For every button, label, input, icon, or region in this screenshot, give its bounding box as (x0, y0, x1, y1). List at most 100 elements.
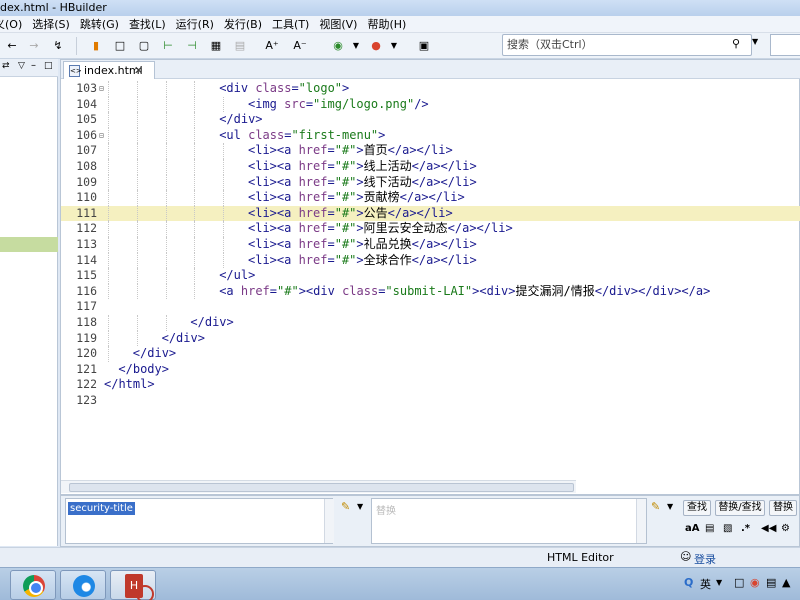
code-line[interactable]: 104 <img src="img/logo.png"/> (61, 96, 800, 113)
antivirus-icon[interactable]: ◉ (750, 576, 760, 589)
settings-gear-icon[interactable]: ⚙ (781, 523, 790, 534)
format-icon[interactable]: ▤ (232, 38, 248, 54)
search-dropdown-icon[interactable]: ▼ (752, 37, 758, 46)
code-line[interactable]: 103 ⊟ <div class="logo"> (61, 81, 800, 97)
find-options-icon[interactable]: ✎ (341, 500, 350, 513)
case-sensitive-toggle[interactable]: aA (685, 523, 700, 534)
horizontal-scrollbar[interactable] (61, 480, 576, 493)
menu-item[interactable]: 义(O) (0, 16, 28, 33)
replace-button[interactable]: 替换 (769, 500, 797, 516)
code-token: = (269, 283, 278, 298)
split-icon[interactable]: ⊢ (160, 38, 176, 54)
close-icon[interactable]: ✕ (134, 62, 143, 79)
replace-options-icon[interactable]: ✎ (651, 500, 660, 513)
menu-item[interactable]: 帮助(H) (363, 16, 412, 33)
code-token: href (240, 283, 270, 298)
minimize-icon[interactable]: – (31, 60, 36, 71)
code-line[interactable]: 123 (61, 393, 800, 409)
ime-dropdown-icon[interactable]: ▼ (716, 578, 722, 587)
preview-icon[interactable]: ▣ (416, 38, 432, 54)
view-menu-icon[interactable]: ▽ (18, 61, 25, 71)
code-line[interactable]: 112 <li><a href="#">阿里云安全动态</a></li> (61, 221, 800, 237)
forward-icon[interactable]: → (26, 38, 42, 54)
code-token: <div (219, 81, 256, 95)
previous-icon[interactable]: ◀◀ (761, 523, 776, 534)
menu-item[interactable]: 运行(R) (172, 16, 220, 33)
qq-icon[interactable]: Q (684, 576, 693, 589)
login-link[interactable]: 登录 (694, 551, 716, 567)
run-icon[interactable]: ◉ (330, 38, 346, 54)
font-decrease-icon[interactable]: A⁻ (292, 38, 308, 54)
scrollbar-thumb[interactable] (69, 483, 574, 492)
merge-icon[interactable]: ⊣ (184, 38, 200, 54)
menu-item[interactable]: 跳转(G) (76, 16, 125, 33)
replace-find-button[interactable]: 替换/查找 (715, 500, 765, 516)
volume-icon[interactable]: ▲ (782, 576, 790, 589)
indent-guide (165, 96, 167, 113)
selected-tree-item[interactable] (0, 237, 58, 252)
taskbar-chrome[interactable] (10, 570, 56, 600)
network-icon[interactable]: ▤ (766, 576, 776, 589)
run-dropdown-icon[interactable]: ▼ (348, 38, 364, 54)
history-icon[interactable]: ↯ (50, 38, 66, 54)
tag-icon[interactable]: ▦ (208, 38, 224, 54)
import-icon[interactable]: ▢ (136, 38, 152, 54)
search-icon[interactable]: ⚲ (732, 37, 740, 50)
fold-icon[interactable]: ⊟ (99, 128, 104, 144)
indent-guide (136, 112, 138, 128)
find-input-scrollbar[interactable] (324, 499, 334, 543)
find-button[interactable]: 查找 (683, 500, 711, 516)
find-input[interactable]: security-title (65, 498, 334, 544)
code-line[interactable]: 122 </html> (61, 377, 800, 393)
collapse-icon[interactable]: ⇄ (2, 61, 10, 71)
code-line[interactable]: 113 <li><a href="#">礼品兑换</a></li> (61, 237, 800, 253)
whole-word-icon[interactable]: ▤ (705, 523, 714, 534)
menu-item[interactable]: 发行(B) (220, 16, 268, 33)
ime-label[interactable]: 英 (700, 576, 711, 592)
new-file-icon[interactable]: □ (112, 38, 128, 54)
browser-icon[interactable]: ● (368, 38, 384, 54)
find-options-dropdown-icon[interactable]: ▼ (357, 502, 363, 511)
perspective-switcher[interactable] (770, 34, 800, 56)
code-token: > (356, 252, 364, 267)
code-line[interactable]: 118 </div> (61, 315, 800, 331)
regex-toggle[interactable]: .* (741, 523, 750, 534)
code-line[interactable]: 110 <li><a href="#">贡献榜</a></li> (61, 190, 800, 206)
code-line[interactable]: 119 </div> (61, 330, 800, 347)
window-icon[interactable]: □ (734, 576, 744, 589)
code-line[interactable]: 108 <li><a href="#">线上活动</a></li> (61, 159, 800, 175)
code-area[interactable]: 103 ⊟ <div class="logo"> 104 <img src="img/l… (61, 81, 800, 481)
replace-input[interactable]: 替换 (371, 498, 647, 544)
maximize-icon[interactable]: □ (44, 61, 53, 71)
fold-icon[interactable]: ⊟ (99, 81, 104, 97)
code-line[interactable]: 107 <li><a href="#">首页</a></li> (61, 143, 800, 159)
taskbar-hbuilder[interactable]: H (110, 570, 156, 600)
replace-input-scrollbar[interactable] (636, 499, 646, 543)
bookmark-icon[interactable]: ▮ (88, 38, 104, 54)
menu-item[interactable]: 查找(L) (125, 16, 172, 33)
search-input[interactable]: 搜索（双击Ctrl） (502, 34, 752, 56)
code-line[interactable]: 114 <li><a href="#">全球合作</a></li> (61, 252, 800, 269)
scope-icon[interactable]: ▧ (723, 523, 732, 534)
code-line[interactable]: 105 </div> (61, 112, 800, 128)
menu-item[interactable]: 视图(V) (315, 16, 363, 33)
taskbar-browser[interactable] (60, 570, 106, 600)
tab-index-html[interactable]: <> index.html ✕ (63, 61, 155, 79)
code-token: /> (414, 96, 429, 111)
indent-guide (136, 330, 138, 347)
code-line[interactable]: 116 <a href="#"><div class="submit-LAI"><… (61, 283, 800, 300)
code-line[interactable]: 117 (61, 299, 800, 315)
code-line[interactable]: 111 <li><a href="#">公告</a></li> (61, 205, 800, 222)
back-icon[interactable]: ← (4, 38, 20, 54)
browser-dropdown-icon[interactable]: ▼ (386, 38, 402, 54)
code-line[interactable]: 121 </body> (61, 362, 800, 378)
code-line[interactable]: 115 </ul> (61, 268, 800, 284)
replace-options-dropdown-icon[interactable]: ▼ (667, 502, 673, 511)
code-line[interactable]: 109 <li><a href="#">线下活动</a></li> (61, 174, 800, 191)
font-increase-icon[interactable]: A⁺ (264, 38, 280, 54)
menu-item[interactable]: 选择(S) (28, 16, 76, 33)
code-line[interactable]: 120 </div> (61, 346, 800, 362)
indent-guide (165, 174, 167, 191)
menu-item[interactable]: 工具(T) (268, 16, 315, 33)
code-line[interactable]: 106 ⊟ <ul class="first-menu"> (61, 127, 800, 144)
